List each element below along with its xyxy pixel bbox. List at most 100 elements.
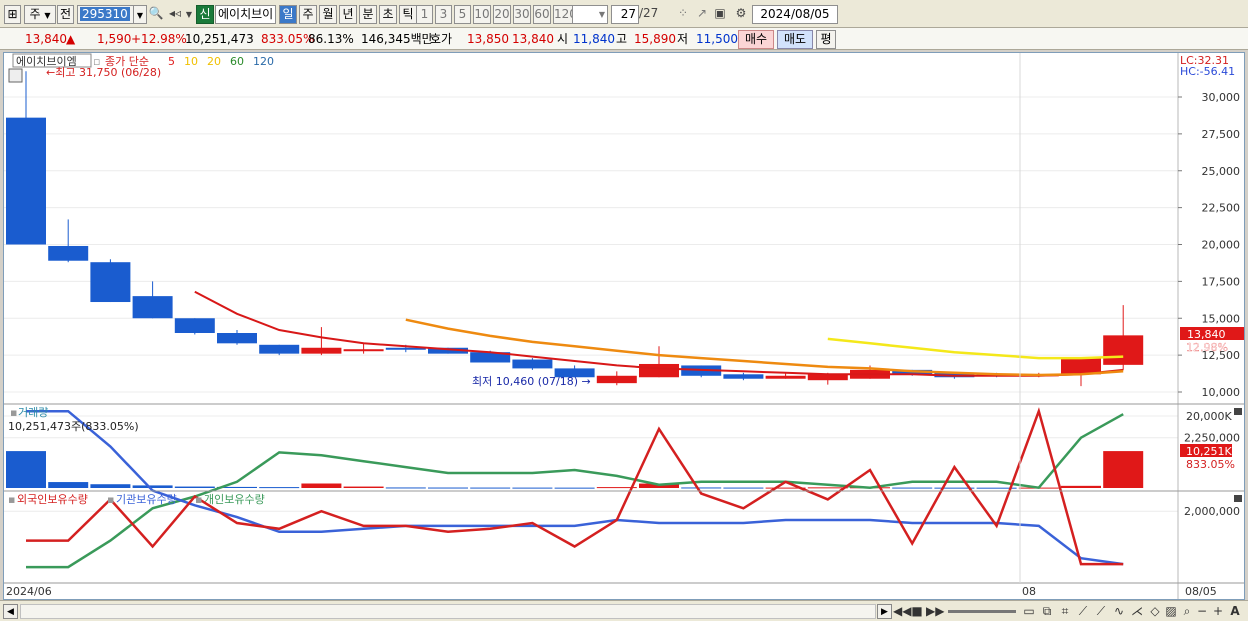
horizontal-scrollbar[interactable] xyxy=(20,604,876,619)
link-icon[interactable]: ⁘ xyxy=(675,5,691,24)
auto-scale-icon[interactable]: A xyxy=(1228,603,1242,620)
interval-10[interactable]: 10 xyxy=(473,5,491,24)
candle-body xyxy=(512,359,553,369)
low-label: 저 xyxy=(677,32,689,46)
tab-1[interactable]: 주 xyxy=(299,5,317,24)
volume-bar xyxy=(90,484,131,488)
close-pane-icon[interactable] xyxy=(1234,408,1242,415)
line-tool-icon[interactable]: ⟋ xyxy=(1076,603,1090,620)
tab-2[interactable]: 월 xyxy=(319,5,337,24)
fast-forward-icon[interactable]: ▶▶ xyxy=(926,603,944,620)
stock-code-value: 295310 xyxy=(80,7,130,21)
shape-tool-icon[interactable]: ◇ xyxy=(1148,603,1162,620)
tab-0[interactable]: 일 xyxy=(279,5,297,24)
count-input[interactable]: 27 xyxy=(611,5,639,24)
holder-tick-label: 2,250,000 xyxy=(1184,432,1240,445)
price-tick-label: 27,500 xyxy=(1202,128,1241,141)
layout-icon[interactable]: ▭ xyxy=(1022,603,1036,620)
tab-5[interactable]: 초 xyxy=(379,5,397,24)
count-total: /27 xyxy=(639,6,659,20)
ask-price: 13,840 xyxy=(512,32,554,46)
chart-area[interactable]: 에이치브이엠 ▫ 종가 단순 5 10 20 60 120 LC:32.31 HC:-5… xyxy=(3,52,1245,600)
zoom-in-icon[interactable]: + xyxy=(1212,603,1224,620)
layout-icon[interactable]: ⊞ xyxy=(4,5,21,24)
interval-1[interactable]: 1 xyxy=(416,5,433,24)
speaker-icon[interactable]: ◂◃ xyxy=(166,5,184,24)
open-price: 11,840 xyxy=(573,32,615,46)
interval-5[interactable]: 5 xyxy=(454,5,471,24)
candle-body xyxy=(1103,335,1144,365)
scroll-left-icon[interactable]: ◀ xyxy=(3,604,18,619)
zoom-slider[interactable] xyxy=(948,610,1016,613)
prev-button[interactable]: 전 xyxy=(57,5,74,24)
volume-bar xyxy=(512,487,553,489)
volume-pct-tag: 833.05% xyxy=(1186,458,1235,471)
volume-bar xyxy=(428,487,468,489)
current-price-tag: 13,840 xyxy=(1187,328,1226,341)
holder-lines xyxy=(26,407,1124,569)
volume-value: 10,251,473 xyxy=(185,32,254,46)
interval-20[interactable]: 20 xyxy=(493,5,511,24)
stock-chart[interactable]: 에이치브이엠 ▫ 종가 단순 5 10 20 60 120 LC:32.31 HC:-5… xyxy=(4,53,1244,599)
save-icon[interactable]: ▣ xyxy=(712,5,728,24)
sell-button[interactable]: 매도 xyxy=(777,30,813,49)
volume-bar xyxy=(301,483,342,488)
buy-button[interactable]: 매수 xyxy=(738,30,774,49)
search-icon[interactable]: 🔍 xyxy=(148,5,164,24)
bottom-controls: ◀ ▶ ◀◀ ■ ▶▶ ▭ ⧉ ⌗ ⟋ ⟋ ∿ ⋌ ◇ ▨ ⌕ − + A xyxy=(0,600,1248,621)
wave-tool-icon[interactable]: ∿ xyxy=(1112,603,1126,620)
stock-name-field[interactable]: 에이치브이엠 xyxy=(215,5,276,24)
volume-title: 거래량 xyxy=(18,406,48,419)
up-arrow-icon: ▲ xyxy=(66,32,76,46)
stop-icon[interactable]: ■ xyxy=(910,603,924,620)
trend-tool-icon[interactable]: ⟋ xyxy=(1094,603,1108,620)
ma-legend-120: 120 xyxy=(253,55,274,68)
interval-custom-input[interactable]: ▼ xyxy=(572,5,608,24)
toolbar: ⊞ 주 ▼ 전 295310 ▼ 🔍 ◂◃ ▼ 신 에이치브이엠 일주월년분초틱… xyxy=(0,0,1248,28)
rewind-icon[interactable]: ◀◀ xyxy=(893,603,911,620)
volume-bar xyxy=(723,487,764,489)
interval-30[interactable]: 30 xyxy=(513,5,531,24)
bid-price: 13,850 xyxy=(467,32,509,46)
period-select[interactable]: 주 ▼ xyxy=(24,5,56,24)
candle-body xyxy=(343,349,384,352)
volume-bar xyxy=(681,487,722,489)
chevron-down-icon[interactable]: ▼ xyxy=(184,5,194,24)
ma-legend-60: 60 xyxy=(230,55,244,68)
holder-tick-label: 2,000,000 xyxy=(1184,505,1240,518)
interval-60[interactable]: 60 xyxy=(533,5,551,24)
copy-icon[interactable]: ⧉ xyxy=(1040,603,1054,620)
zoom-out-icon[interactable]: − xyxy=(1196,603,1208,620)
interval-3[interactable]: 3 xyxy=(435,5,452,24)
turnover-pct: 86.13% xyxy=(308,32,354,46)
volume-bar xyxy=(554,487,595,489)
volume-bar xyxy=(1103,451,1144,488)
gear-icon[interactable]: ⚙ xyxy=(732,5,750,24)
tab-3[interactable]: 년 xyxy=(339,5,357,24)
crosshair-icon[interactable]: ⌗ xyxy=(1058,603,1072,620)
price-tick-label: 30,000 xyxy=(1202,91,1241,104)
candle-body xyxy=(259,344,300,354)
calculator-icon[interactable] xyxy=(8,68,23,83)
candles xyxy=(6,71,1144,387)
tab-6[interactable]: 틱 xyxy=(399,5,417,24)
legend-marker-icon: ▪ xyxy=(107,493,114,506)
price-tick-label: 17,500 xyxy=(1202,275,1241,288)
zoom-icon[interactable]: ⌕ xyxy=(1180,603,1194,620)
close-pane-icon[interactable] xyxy=(1234,495,1242,502)
date-input[interactable]: 2024/08/05 xyxy=(752,5,838,24)
evaluate-button[interactable]: 평 xyxy=(816,30,836,49)
open-label: 시 xyxy=(557,32,569,46)
x-mid-label: 08 xyxy=(1022,585,1036,598)
fan-tool-icon[interactable]: ⋌ xyxy=(1130,603,1144,620)
code-dropdown-button[interactable]: ▼ xyxy=(133,5,147,24)
legend-marker-icon: ▪ xyxy=(195,493,202,506)
tab-4[interactable]: 분 xyxy=(359,5,377,24)
scroll-right-icon[interactable]: ▶ xyxy=(877,604,892,619)
volume-bar xyxy=(6,451,46,488)
chevron-down-icon: ▼ xyxy=(44,11,51,20)
image-icon[interactable]: ▨ xyxy=(1164,603,1178,620)
bid-label: 호가 xyxy=(430,32,453,46)
zoom-cursor-icon[interactable]: ↗ xyxy=(694,5,710,24)
volume-ratio: 833.05% xyxy=(261,32,315,46)
